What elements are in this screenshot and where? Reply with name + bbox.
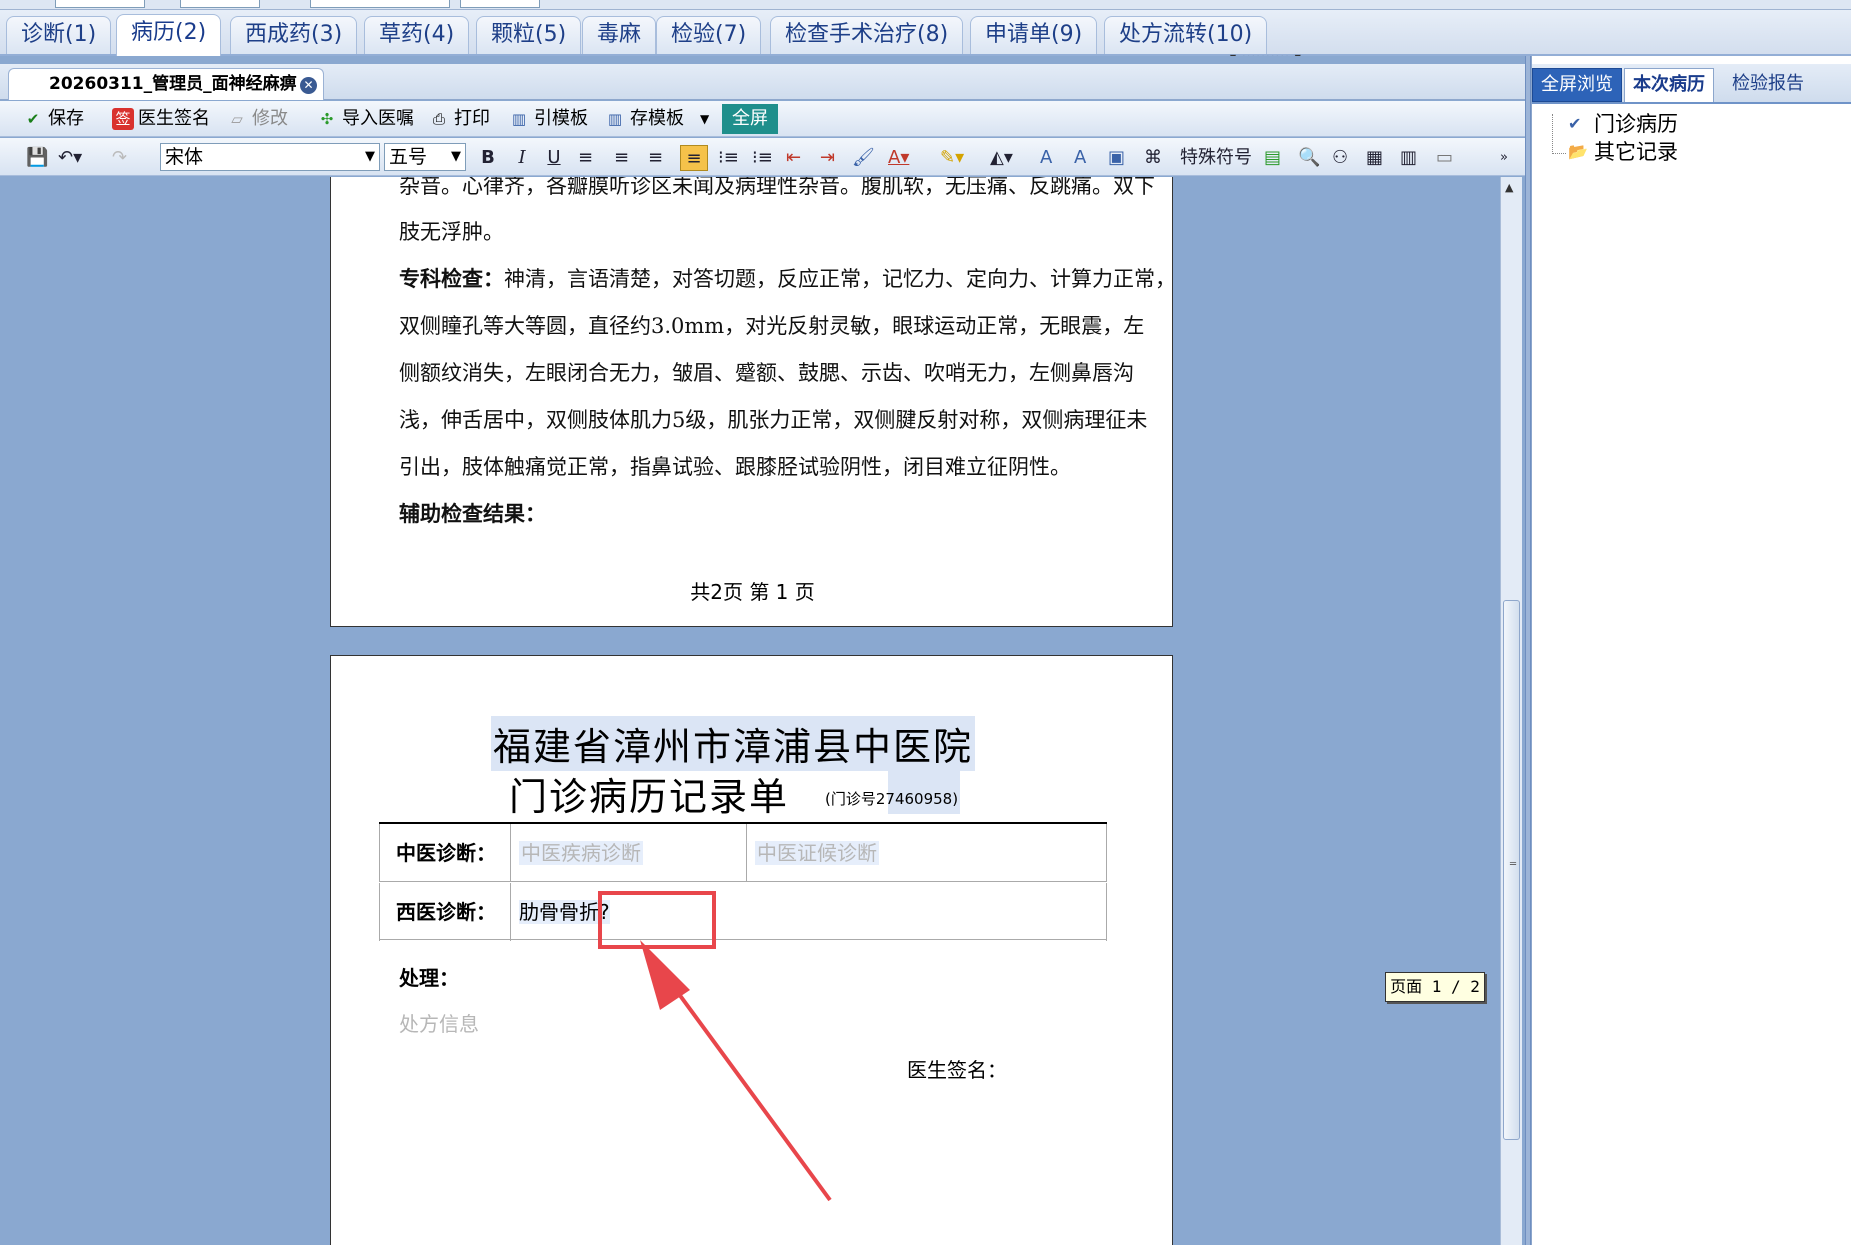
tab-lab-report[interactable]: 检验报告 (1718, 68, 1818, 102)
right-panel: 全屏浏览 本次病历 检验报告 ✔ 门诊病历 📂 其它记录 (1531, 56, 1851, 1245)
tab-current-record[interactable]: 本次病历 (1624, 68, 1714, 102)
annotation-arrow-shaft (663, 973, 832, 1202)
folder-icon: 📂 (1568, 141, 1588, 161)
tab-fullscreen-browse[interactable]: 全屏浏览 (1532, 68, 1622, 102)
right-panel-tabs: 全屏浏览 本次病历 检验报告 (1532, 64, 1851, 104)
tree-connector-lines (1552, 114, 1566, 154)
tree-item-other-records[interactable]: 📂 其它记录 (1568, 136, 1678, 166)
tree-item-outpatient-record[interactable]: ✔ 门诊病历 (1568, 108, 1678, 138)
checkmark-icon: ✔ (1568, 113, 1582, 133)
